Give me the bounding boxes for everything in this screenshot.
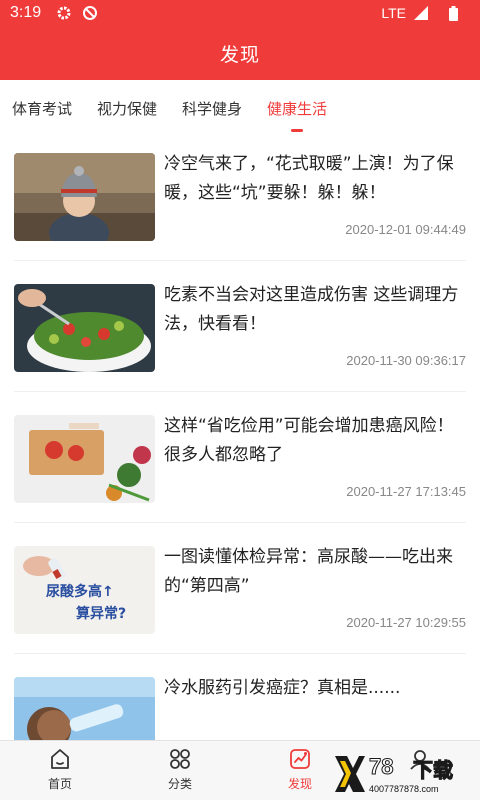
news-title: 冷水服药引发癌症？真相是......: [164, 678, 401, 698]
signal-icon: [412, 4, 430, 22]
watermark-brand-cn: 下载: [413, 758, 454, 783]
news-thumbnail: [14, 153, 155, 241]
watermark-url: 4007787878.com: [369, 784, 439, 794]
grid-icon: [170, 749, 190, 769]
tab-healthy-living[interactable]: 健康生活: [267, 80, 327, 136]
nav-category[interactable]: 分类: [120, 741, 240, 800]
news-title: 冷空气来了，“花式取暖”上演！为了保暖，这些“坑”要躲！躲！躲！: [164, 154, 454, 203]
tab-fitness[interactable]: 科学健身: [182, 80, 242, 136]
app-header: 发现: [0, 26, 480, 80]
tab-label: 科学健身: [182, 99, 243, 118]
nav-label: 发现: [287, 777, 312, 791]
home-icon: [51, 749, 69, 769]
watermark-brand: 78: [368, 754, 394, 780]
news-date: 2020-11-27 17:13:45: [346, 484, 466, 499]
gear-icon: [55, 4, 73, 22]
news-date: 2020-12-01 09:44:49: [345, 222, 466, 237]
news-date: 2020-11-27 10:29:55: [346, 615, 466, 630]
thumb-text-line2: 算异常?: [76, 605, 126, 622]
tab-sports-exam[interactable]: 体育考试: [12, 80, 72, 136]
news-title: 一图读懂体检异常：高尿酸——吃出来的“第四高”: [164, 547, 453, 596]
sync-icon: [81, 4, 99, 22]
nav-label: 分类: [167, 777, 192, 791]
news-item[interactable]: 这样“省吃俭用”可能会增加患癌风险！很多人都忽略了 2020-11-27 17:…: [14, 408, 466, 523]
news-item[interactable]: 冷空气来了，“花式取暖”上演！为了保暖，这些“坑”要躲！躲！躲！ 2020-12…: [14, 146, 466, 261]
status-time: 3:19: [10, 4, 42, 21]
battery-icon: [444, 4, 462, 22]
news-title: 这样“省吃俭用”可能会增加患癌风险！很多人都忽略了: [164, 416, 454, 465]
nav-label: 首页: [47, 777, 72, 791]
tab-label: 体育考试: [12, 99, 73, 118]
discover-icon: [290, 749, 310, 769]
network-type: LTE: [381, 5, 406, 21]
news-title: 吃素不当会对这里造成伤害 这些调理方法，快看看！: [164, 285, 459, 334]
news-thumbnail: 尿酸多高↑ 算异常?: [14, 546, 155, 634]
thumb-text-line1: 尿酸多高↑: [46, 583, 114, 600]
tab-label: 健康生活: [267, 99, 328, 118]
news-item[interactable]: 吃素不当会对这里造成伤害 这些调理方法，快看看！ 2020-11-30 09:3…: [14, 277, 466, 392]
news-item[interactable]: 尿酸多高↑ 算异常? 一图读懂体检异常：高尿酸——吃出来的“第四高” 2020-…: [14, 539, 466, 654]
nav-home[interactable]: 首页: [0, 741, 120, 800]
tab-vision-care[interactable]: 视力保健: [97, 80, 157, 136]
status-bar: 3:19 LTE: [0, 0, 480, 26]
watermark-x-icon: [335, 756, 365, 792]
page-title: 发现: [219, 43, 260, 66]
watermark-logo: 78 下载 4007787878.com: [331, 752, 480, 800]
news-thumbnail: [14, 284, 155, 372]
news-date: 2020-11-30 09:36:17: [346, 353, 466, 368]
category-tabs: 体育考试 视力保健 科学健身 健康生活: [0, 80, 480, 136]
tab-label: 视力保健: [97, 99, 158, 118]
news-thumbnail: [14, 415, 155, 503]
active-tab-indicator: [291, 129, 304, 132]
